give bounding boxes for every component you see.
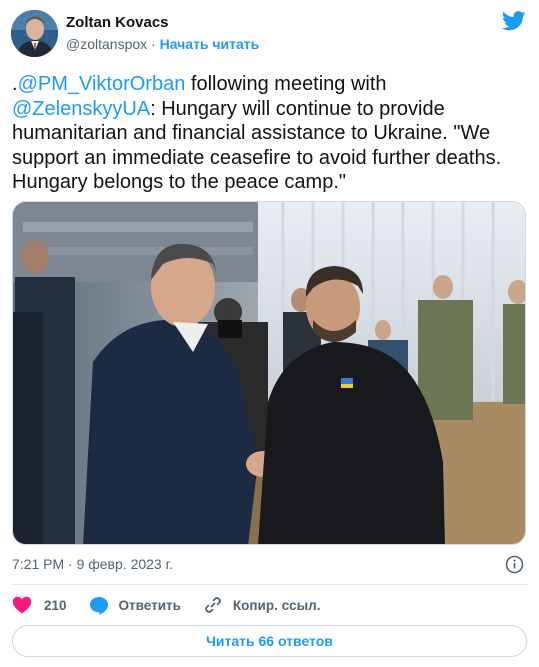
divider [12, 584, 527, 585]
tweet-text-middle: following meeting with [185, 73, 387, 95]
heart-icon [12, 596, 32, 614]
reply-bubble-icon [89, 596, 109, 615]
copy-link-button[interactable]: Копир. ссыл. [203, 595, 321, 615]
handle-separator: · [151, 36, 156, 52]
tweet-timestamp[interactable]: 7:21 PM · 9 февр. 2023 г. [12, 556, 173, 572]
author-name[interactable]: Zoltan Kovacs [66, 14, 169, 31]
info-icon[interactable] [505, 555, 524, 574]
follow-button[interactable]: Начать читать [160, 36, 260, 52]
tweet-embed-card: Zoltan Kovacs @zoltanspox · Начать читат… [0, 0, 539, 667]
read-replies-button[interactable]: Читать 66 ответов [12, 625, 527, 657]
mention-zelenskyyua[interactable]: @ZelenskyyUA [12, 98, 150, 120]
copy-link-label: Копир. ссыл. [232, 597, 321, 613]
author-handle-line: @zoltanspox · Начать читать [66, 36, 259, 52]
tweet-photo[interactable] [12, 201, 526, 545]
mention-pm-viktororban[interactable]: @PM_ViktorOrban [18, 73, 186, 95]
reply-button[interactable]: Ответить [89, 596, 181, 615]
reply-label: Ответить [118, 597, 181, 613]
like-count: 210 [44, 597, 67, 613]
author-handle[interactable]: @zoltanspox [66, 36, 147, 52]
twitter-logo-icon[interactable] [501, 11, 526, 31]
link-icon [203, 595, 223, 615]
tweet-actions: 210 Ответить Копир. ссыл. [12, 594, 342, 616]
author-avatar[interactable] [11, 10, 58, 57]
like-button[interactable]: 210 [12, 596, 67, 614]
tweet-text: .@PM_ViktorOrban following meeting with … [12, 72, 527, 195]
